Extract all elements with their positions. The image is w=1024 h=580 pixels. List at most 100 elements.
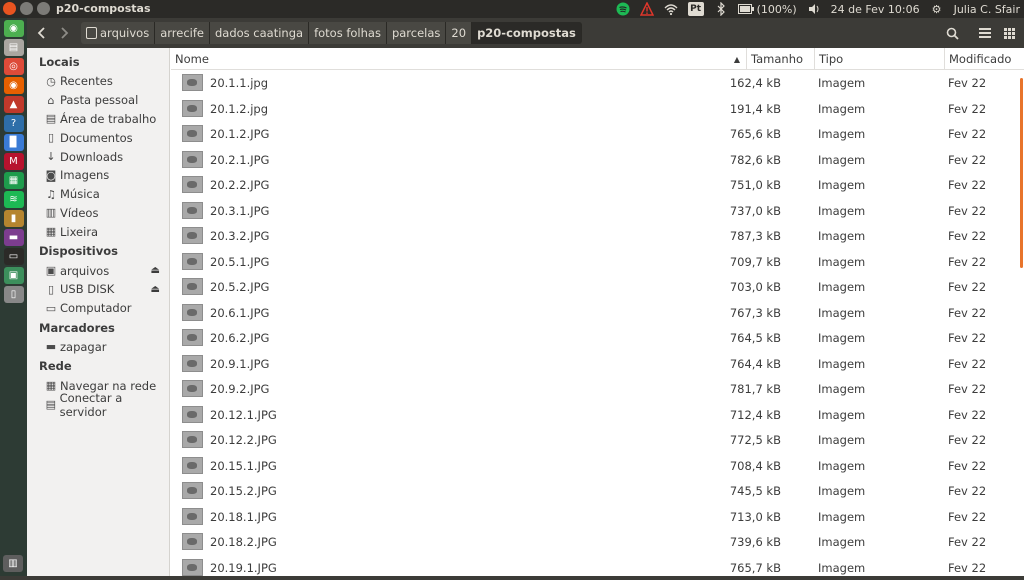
- warning-icon[interactable]: [640, 2, 654, 16]
- gear-icon[interactable]: ⚙: [930, 2, 944, 16]
- sidebar-item-recentes[interactable]: ◷Recentes: [27, 72, 169, 91]
- spotify-launcher-icon[interactable]: ≋: [4, 191, 24, 208]
- trash-launcher-icon[interactable]: ▥: [3, 555, 23, 572]
- image-thumbnail-icon: [182, 406, 203, 423]
- maximize-icon[interactable]: [37, 2, 50, 15]
- archive-icon[interactable]: ▮: [4, 210, 24, 227]
- column-modified[interactable]: Modificado: [944, 48, 1024, 70]
- mendeley-icon[interactable]: M: [4, 153, 24, 170]
- firefox-icon[interactable]: ◉: [4, 77, 24, 94]
- file-rows: 20.1.1.jpg162,4 kBImagemFev 2220.1.2.jpg…: [171, 70, 1024, 580]
- file-size: 782,6 kB: [730, 153, 781, 167]
- file-row[interactable]: 20.18.1.JPG713,0 kBImagemFev 22: [171, 504, 1024, 530]
- search-button[interactable]: [940, 22, 964, 44]
- file-modified: Fev 22: [948, 178, 986, 192]
- sidebar-item-lixeira[interactable]: ▦Lixeira: [27, 222, 169, 241]
- files-launcher-icon[interactable]: ▤: [4, 39, 24, 56]
- column-name-label: Nome: [175, 52, 209, 66]
- file-row[interactable]: 20.9.1.JPG764,4 kBImagemFev 22: [171, 351, 1024, 377]
- image-viewer-icon[interactable]: ▣: [4, 267, 24, 284]
- app-launcher-icon[interactable]: ▬: [4, 229, 24, 246]
- breadcrumb-parcelas[interactable]: parcelas: [387, 22, 446, 44]
- spotify-icon[interactable]: [616, 2, 630, 16]
- view-toggle-button[interactable]: [997, 22, 1021, 44]
- file-size: 191,4 kB: [730, 102, 781, 116]
- sidebar-item-usb-disk[interactable]: ▯USB DISK⏏: [27, 280, 169, 299]
- file-list: Nome▲ Tamanho Tipo Modificado 20.1.1.jpg…: [171, 48, 1024, 576]
- column-name[interactable]: Nome▲: [171, 48, 746, 70]
- eject-icon[interactable]: ⏏: [151, 265, 160, 276]
- bluetooth-icon[interactable]: [714, 2, 728, 16]
- keyboard-layout[interactable]: Pt: [688, 2, 704, 16]
- sidebar-item-zapagar[interactable]: ▬zapagar: [27, 338, 169, 357]
- sidebar-item-área-de-trabalho[interactable]: ▤Área de trabalho: [27, 110, 169, 129]
- terminal-icon[interactable]: ▭: [4, 248, 24, 265]
- back-button[interactable]: [31, 22, 53, 44]
- file-row[interactable]: 20.3.2.JPG787,3 kBImagemFev 22: [171, 223, 1024, 249]
- forward-button[interactable]: [53, 22, 75, 44]
- file-row[interactable]: 20.18.2.JPG739,6 kBImagemFev 22: [171, 529, 1024, 555]
- file-row[interactable]: 20.1.1.jpg162,4 kBImagemFev 22: [171, 70, 1024, 96]
- breadcrumb-arrecife[interactable]: arrecife: [155, 22, 210, 44]
- file-row[interactable]: 20.5.1.JPG709,7 kBImagemFev 22: [171, 249, 1024, 275]
- toolbar: arquivos arrecife dados caatinga fotos f…: [27, 18, 1024, 48]
- file-row[interactable]: 20.15.1.JPG708,4 kBImagemFev 22: [171, 453, 1024, 479]
- calc-icon[interactable]: ▦: [4, 172, 24, 189]
- trash-icon: ▦: [45, 225, 57, 238]
- file-row[interactable]: 20.12.1.JPG712,4 kBImagemFev 22: [171, 402, 1024, 428]
- wifi-icon[interactable]: [664, 2, 678, 16]
- sidebar-item-documentos[interactable]: ▯Documentos: [27, 128, 169, 147]
- file-row[interactable]: 20.15.2.JPG745,5 kBImagemFev 22: [171, 478, 1024, 504]
- sidebar-item-downloads[interactable]: ↓Downloads: [27, 147, 169, 166]
- sidebar-item-imagens[interactable]: ◙Imagens: [27, 166, 169, 185]
- breadcrumb-dados-caatinga[interactable]: dados caatinga: [210, 22, 309, 44]
- sidebar-item-música[interactable]: ♫Música: [27, 185, 169, 204]
- file-row[interactable]: 20.2.2.JPG751,0 kBImagemFev 22: [171, 172, 1024, 198]
- file-modified: Fev 22: [948, 510, 986, 524]
- file-row[interactable]: 20.12.2.JPG772,5 kBImagemFev 22: [171, 427, 1024, 453]
- file-name: 20.2.2.JPG: [210, 178, 269, 192]
- writer-icon[interactable]: ▉: [4, 134, 24, 151]
- file-row[interactable]: 20.19.1.JPG765,7 kBImagemFev 22: [171, 555, 1024, 580]
- image-thumbnail-icon: [182, 431, 203, 448]
- file-row[interactable]: 20.9.2.JPG781,7 kBImagemFev 22: [171, 376, 1024, 402]
- clock[interactable]: 24 de Fev 10:06: [831, 3, 920, 16]
- scrollbar[interactable]: [1020, 78, 1023, 268]
- breadcrumb-fotos-folhas[interactable]: fotos folhas: [309, 22, 387, 44]
- docs-launcher-icon[interactable]: ?: [4, 115, 24, 132]
- file-type: Imagem: [818, 510, 865, 524]
- close-icon[interactable]: [3, 2, 16, 15]
- sidebar-item-conectar-a-servidor[interactable]: ▤Conectar a servidor: [27, 395, 169, 414]
- user-name[interactable]: Julia C. Sfair: [954, 3, 1020, 16]
- file-size: 713,0 kB: [730, 510, 781, 524]
- column-type[interactable]: Tipo: [814, 48, 944, 70]
- sidebar-item-arquivos[interactable]: ▣arquivos⏏: [27, 261, 169, 280]
- minimize-icon[interactable]: [20, 2, 33, 15]
- file-size: 764,5 kB: [730, 331, 781, 345]
- file-size: 712,4 kB: [730, 408, 781, 422]
- file-row[interactable]: 20.1.2.JPG765,6 kBImagemFev 22: [171, 121, 1024, 147]
- file-row[interactable]: 20.6.1.JPG767,3 kBImagemFev 22: [171, 300, 1024, 326]
- file-row[interactable]: 20.6.2.JPG764,5 kBImagemFev 22: [171, 325, 1024, 351]
- volume-icon[interactable]: [807, 2, 821, 16]
- file-size: 709,7 kB: [730, 255, 781, 269]
- column-size[interactable]: Tamanho: [746, 48, 814, 70]
- sidebar-item-pasta-pessoal[interactable]: ⌂Pasta pessoal: [27, 91, 169, 110]
- usb-launcher-icon[interactable]: ▯: [4, 286, 24, 303]
- server-icon: ▤: [45, 398, 57, 411]
- dash-icon[interactable]: ◉: [4, 20, 24, 37]
- chrome-icon[interactable]: ◎: [4, 58, 24, 75]
- file-row[interactable]: 20.1.2.jpg191,4 kBImagemFev 22: [171, 96, 1024, 122]
- sidebar-item-computador[interactable]: ▭Computador: [27, 299, 169, 318]
- file-row[interactable]: 20.3.1.JPG737,0 kBImagemFev 22: [171, 198, 1024, 224]
- file-row[interactable]: 20.5.2.JPG703,0 kBImagemFev 22: [171, 274, 1024, 300]
- file-row[interactable]: 20.2.1.JPG782,6 kBImagemFev 22: [171, 147, 1024, 173]
- software-center-icon[interactable]: ▲: [4, 96, 24, 113]
- breadcrumb-20[interactable]: 20: [446, 22, 472, 44]
- breadcrumb-arquivos[interactable]: arquivos: [81, 22, 155, 44]
- battery-indicator[interactable]: (100%): [738, 3, 797, 16]
- eject-icon[interactable]: ⏏: [151, 284, 160, 295]
- menu-button[interactable]: [973, 22, 997, 44]
- sidebar-item-vídeos[interactable]: ▥Vídeos: [27, 204, 169, 223]
- breadcrumb-current[interactable]: p20-compostas: [472, 22, 582, 44]
